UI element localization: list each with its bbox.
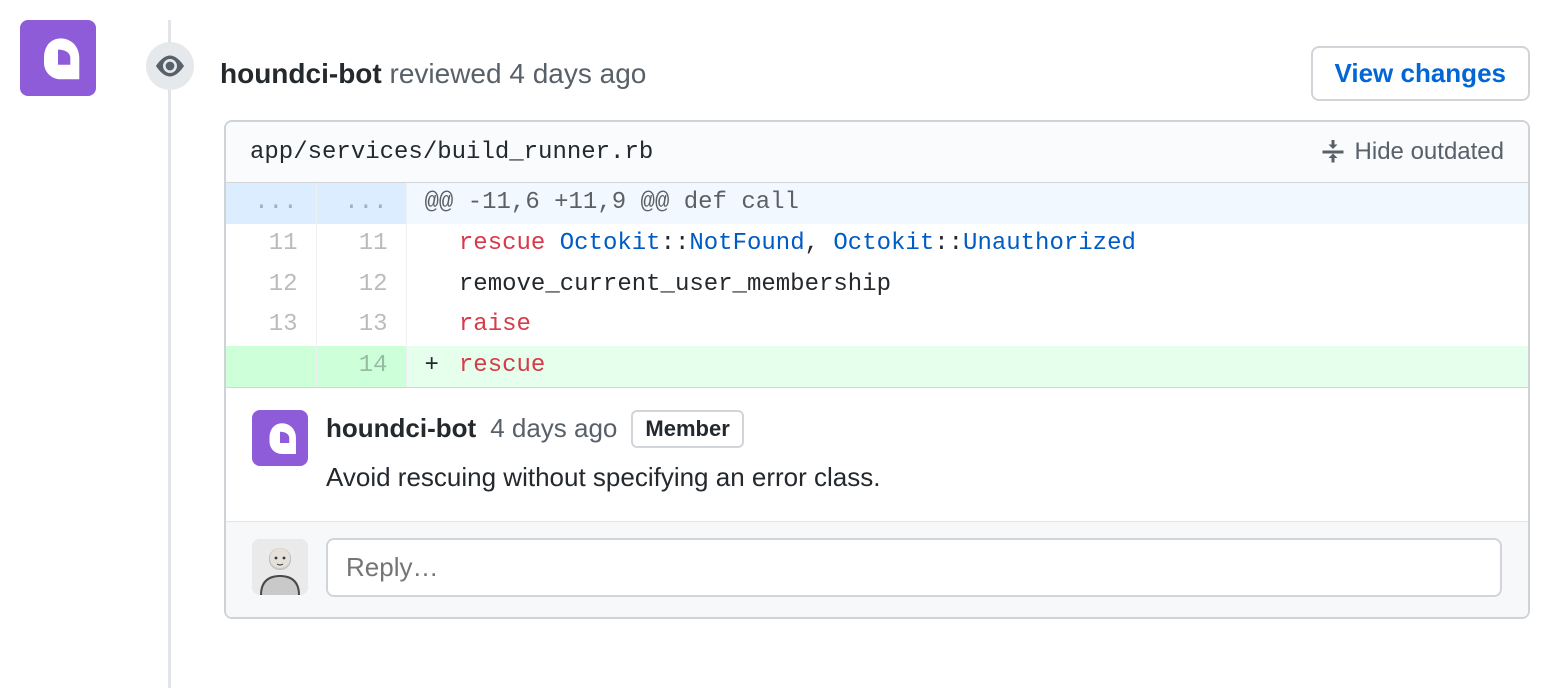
review-header: houndci-bot reviewed 4 days ago View cha…	[220, 46, 1530, 101]
hide-outdated-button[interactable]: Hide outdated	[1321, 138, 1504, 166]
diff-table: ......@@ -11,6 +11,9 @@ def call1111 res…	[226, 183, 1528, 387]
bot-avatar-small[interactable]	[252, 410, 308, 466]
diff-line: 14+ rescue	[226, 346, 1528, 387]
reply-row	[226, 521, 1528, 617]
code-content: + rescue	[406, 346, 1528, 387]
comment-header: houndci-bot 4 days ago Member	[326, 410, 1502, 448]
current-user-avatar[interactable]	[252, 539, 308, 595]
diff-line: 1111 rescue Octokit::NotFound, Octokit::…	[226, 224, 1528, 265]
review-container: app/services/build_runner.rb Hide outdat…	[224, 120, 1530, 619]
hunk-text: @@ -11,6 +11,9 @@ def call	[406, 183, 1528, 224]
diff-line: 1212 remove_current_user_membership	[226, 265, 1528, 306]
review-time[interactable]: 4 days ago	[509, 58, 646, 89]
new-line-number[interactable]: 11	[316, 224, 406, 265]
new-line-number[interactable]: 14	[316, 346, 406, 387]
review-action: reviewed	[382, 58, 510, 89]
diff-hunk-header: ......@@ -11,6 +11,9 @@ def call	[226, 183, 1528, 224]
file-header: app/services/build_runner.rb Hide outdat…	[226, 122, 1528, 183]
hide-outdated-label: Hide outdated	[1355, 138, 1504, 166]
code-content: rescue Octokit::NotFound, Octokit::Unaut…	[406, 224, 1528, 265]
new-line-number[interactable]: 12	[316, 265, 406, 306]
comment-area: houndci-bot 4 days ago Member Avoid resc…	[226, 387, 1528, 617]
review-author[interactable]: houndci-bot	[220, 58, 382, 89]
diff-line: 1313 raise	[226, 305, 1528, 346]
comment-body: houndci-bot 4 days ago Member Avoid resc…	[326, 410, 1502, 493]
old-line-number[interactable]: 13	[226, 305, 316, 346]
expand-hunk[interactable]: ...	[226, 183, 316, 224]
hound-icon	[30, 30, 86, 86]
eye-icon	[156, 52, 184, 80]
old-line-number[interactable]	[226, 346, 316, 387]
expand-hunk[interactable]: ...	[316, 183, 406, 224]
old-line-number[interactable]: 11	[226, 224, 316, 265]
member-badge: Member	[631, 410, 743, 448]
comment-time[interactable]: 4 days ago	[490, 413, 617, 444]
review-status-badge	[146, 42, 194, 90]
code-content: remove_current_user_membership	[406, 265, 1528, 306]
comment-author[interactable]: houndci-bot	[326, 413, 476, 444]
hound-icon	[259, 417, 301, 459]
comment-row: houndci-bot 4 days ago Member Avoid resc…	[226, 388, 1528, 521]
fold-icon	[1321, 140, 1345, 164]
bot-avatar-large[interactable]	[20, 20, 96, 96]
new-line-number[interactable]: 13	[316, 305, 406, 346]
code-content: raise	[406, 305, 1528, 346]
old-line-number[interactable]: 12	[226, 265, 316, 306]
file-path[interactable]: app/services/build_runner.rb	[250, 139, 653, 166]
review-header-text: houndci-bot reviewed 4 days ago	[220, 58, 646, 90]
comment-text: Avoid rescuing without specifying an err…	[326, 462, 1502, 493]
timeline-line	[168, 20, 171, 688]
view-changes-button[interactable]: View changes	[1311, 46, 1531, 101]
user-avatar-icon	[252, 539, 308, 595]
reply-input[interactable]	[326, 538, 1502, 597]
